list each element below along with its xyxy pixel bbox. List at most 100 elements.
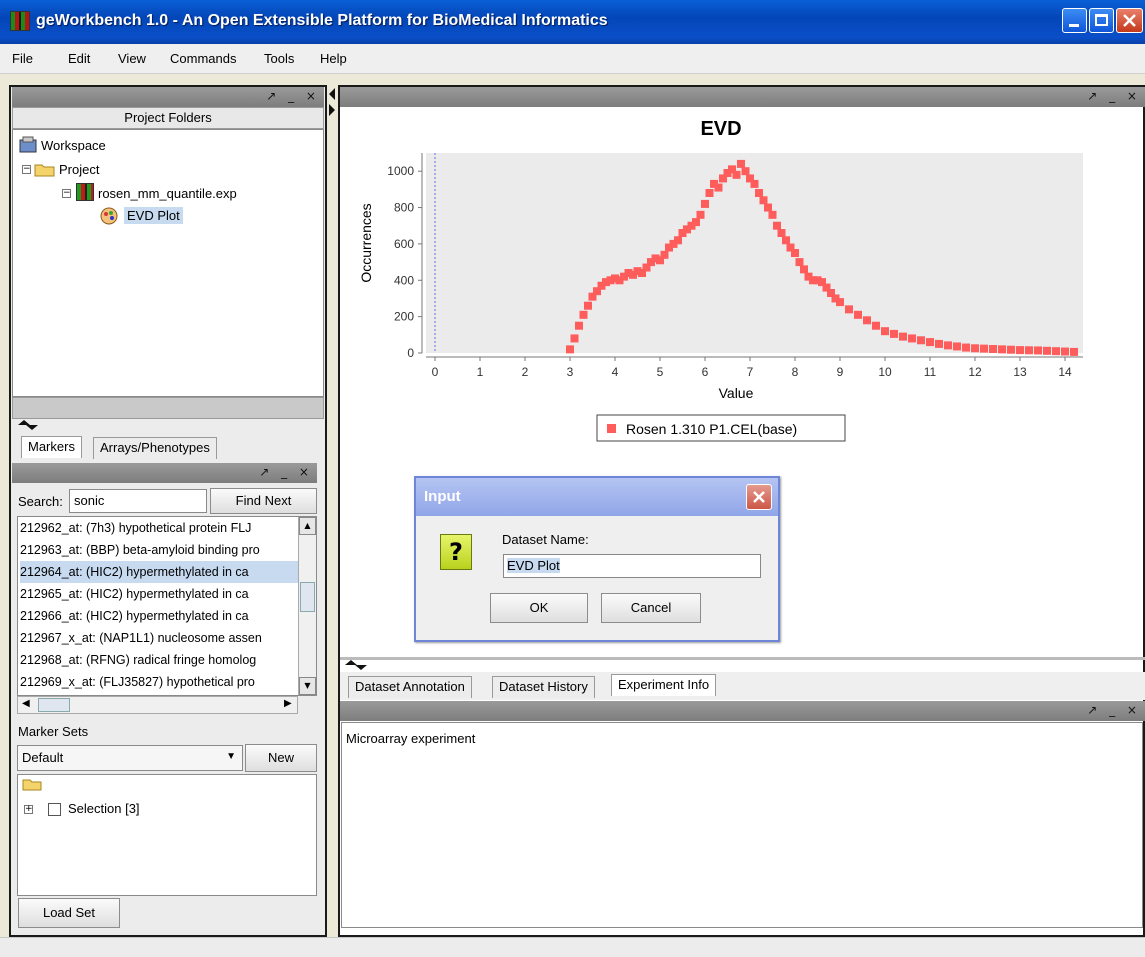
scroll-up-icon[interactable]: ▲ <box>299 517 316 535</box>
marker-list-item[interactable]: 212965_at: (HIC2) hypermethylated in ca <box>20 583 315 605</box>
tree-selection[interactable]: Selection [3] <box>68 801 140 816</box>
menu-view[interactable]: View <box>118 51 146 66</box>
data-point <box>989 345 997 353</box>
data-point <box>750 179 759 188</box>
marker-set-value: Default <box>22 750 64 765</box>
marker-list-item[interactable]: 212964_at: (HIC2) hypermethylated in ca <box>20 561 315 583</box>
marker-list-item[interactable]: 212969_x_at: (FLJ35827) hypothetical pro <box>20 671 315 693</box>
scroll-left-icon[interactable]: ◀ <box>22 698 30 709</box>
plot-icon <box>100 207 118 225</box>
tree-dataset[interactable]: rosen_mm_quantile.exp <box>98 186 237 201</box>
splitter-arrows-icon[interactable] <box>328 88 336 120</box>
collapse-icon[interactable]: − <box>62 189 71 198</box>
folder-open-icon <box>22 779 42 791</box>
close-icon <box>753 491 765 503</box>
x-tick-label: 5 <box>657 365 664 379</box>
data-point <box>777 229 786 237</box>
dialog-titlebar: Input <box>416 478 778 516</box>
marker-list-item[interactable]: 212962_at: (7h3) hypothetical protein FL… <box>20 517 315 539</box>
split-arrows-icon[interactable] <box>344 660 372 670</box>
tab-experiment-info[interactable]: Experiment Info <box>611 674 717 696</box>
marker-sets-label: Marker Sets <box>18 724 89 739</box>
panel-controls[interactable]: ↗ _ × <box>1087 703 1141 717</box>
scroll-thumb[interactable] <box>300 582 315 612</box>
marker-set-select[interactable]: Default ▼ <box>17 745 243 771</box>
menu-tools[interactable]: Tools <box>264 51 294 66</box>
panel-controls[interactable]: ↗ _ × <box>259 465 313 479</box>
marker-list: 212962_at: (7h3) hypothetical protein FL… <box>17 516 317 696</box>
load-set-button[interactable]: Load Set <box>18 898 120 928</box>
status-bar <box>0 937 1145 957</box>
data-point <box>980 344 988 353</box>
marker-list-item[interactable]: 212963_at: (BBP) beta-amyloid binding pr… <box>20 539 315 561</box>
marker-list-item[interactable]: 212967_x_at: (NAP1L1) nucleosome assen <box>20 627 315 649</box>
right-divider[interactable] <box>340 657 1145 660</box>
minimize-button[interactable] <box>1062 8 1087 33</box>
tab-dataset-history[interactable]: Dataset History <box>492 676 595 698</box>
data-point <box>692 218 700 227</box>
tab-dataset-annotation[interactable]: Dataset Annotation <box>348 676 472 698</box>
data-point <box>836 298 844 307</box>
x-tick-label: 8 <box>792 365 799 379</box>
find-next-button[interactable]: Find Next <box>210 488 317 514</box>
marker-list-item[interactable]: 212968_at: (RFNG) radical fringe homolog <box>20 649 315 671</box>
dialog-close-button[interactable] <box>746 484 772 510</box>
data-point <box>795 258 804 267</box>
data-point <box>845 305 853 314</box>
menu-help[interactable]: Help <box>320 51 347 66</box>
data-point <box>1016 346 1024 355</box>
cancel-button[interactable]: Cancel <box>601 593 701 623</box>
panel-controls[interactable]: ↗ _ × <box>1087 89 1141 103</box>
new-set-button[interactable]: New <box>245 744 317 772</box>
menu-file[interactable]: File <box>12 51 33 66</box>
ok-button[interactable]: OK <box>490 593 588 623</box>
legend-swatch <box>607 424 616 433</box>
menu-edit[interactable]: Edit <box>68 51 90 66</box>
dataset-icon <box>76 183 94 201</box>
search-input[interactable]: sonic <box>69 489 207 513</box>
info-panel-header: ↗ _ × <box>340 701 1145 721</box>
tab-arrays-phenotypes[interactable]: Arrays/Phenotypes <box>93 437 217 459</box>
data-point <box>881 327 889 336</box>
tree-workspace[interactable]: Workspace <box>41 138 106 153</box>
scroll-right-icon[interactable]: ▶ <box>284 698 292 709</box>
marker-hscrollbar[interactable]: ◀ ▶ <box>17 696 298 714</box>
x-tick-label: 10 <box>878 365 892 379</box>
data-point <box>570 334 579 343</box>
close-button[interactable] <box>1116 8 1143 33</box>
chart-title: EVD <box>700 118 741 140</box>
data-point <box>890 329 898 338</box>
chevron-down-icon[interactable]: ▼ <box>226 751 236 762</box>
maximize-button[interactable] <box>1089 8 1114 33</box>
dataset-name-label: Dataset Name: <box>502 532 589 547</box>
data-point <box>575 321 583 330</box>
marker-list-item[interactable]: 212966_at: (HIC2) hypermethylated in ca <box>20 605 315 627</box>
question-icon: ? <box>440 534 472 570</box>
project-folders-header[interactable]: Project Folders <box>12 107 324 129</box>
dataset-name-input[interactable]: EVD Plot <box>503 554 761 578</box>
data-point <box>674 236 682 245</box>
expand-icon[interactable]: + <box>24 805 33 814</box>
experiment-info-text[interactable]: Microarray experiment <box>341 722 1143 928</box>
menu-commands[interactable]: Commands <box>170 51 236 66</box>
scroll-down-icon[interactable]: ▼ <box>299 677 316 695</box>
tab-markers[interactable]: Markers <box>21 436 82 458</box>
chart-panel-header: ↗ _ × <box>340 87 1145 107</box>
tree-project[interactable]: Project <box>59 162 99 177</box>
collapse-icon[interactable]: − <box>22 165 31 174</box>
marker-scrollbar[interactable]: ▲ ▼ <box>298 517 316 695</box>
selection-checkbox[interactable] <box>48 803 61 816</box>
hscroll-thumb[interactable] <box>38 698 70 712</box>
data-point <box>773 221 781 230</box>
x-tick-label: 13 <box>1013 365 1027 379</box>
panel-controls[interactable]: ↗ _ × <box>266 89 320 103</box>
data-point <box>584 301 592 310</box>
evd-chart: EVD 0 1 2 3 4 5 6 7 8 9 10 11 12 13 140200400600800100… <box>358 118 1083 442</box>
data-point <box>854 310 862 319</box>
data-point <box>899 332 907 341</box>
tree-plot[interactable]: EVD Plot <box>124 207 183 224</box>
x-tick-label: 1 <box>477 365 484 379</box>
data-point <box>782 236 790 245</box>
data-point <box>926 338 934 347</box>
split-arrows-icon[interactable] <box>17 420 39 430</box>
